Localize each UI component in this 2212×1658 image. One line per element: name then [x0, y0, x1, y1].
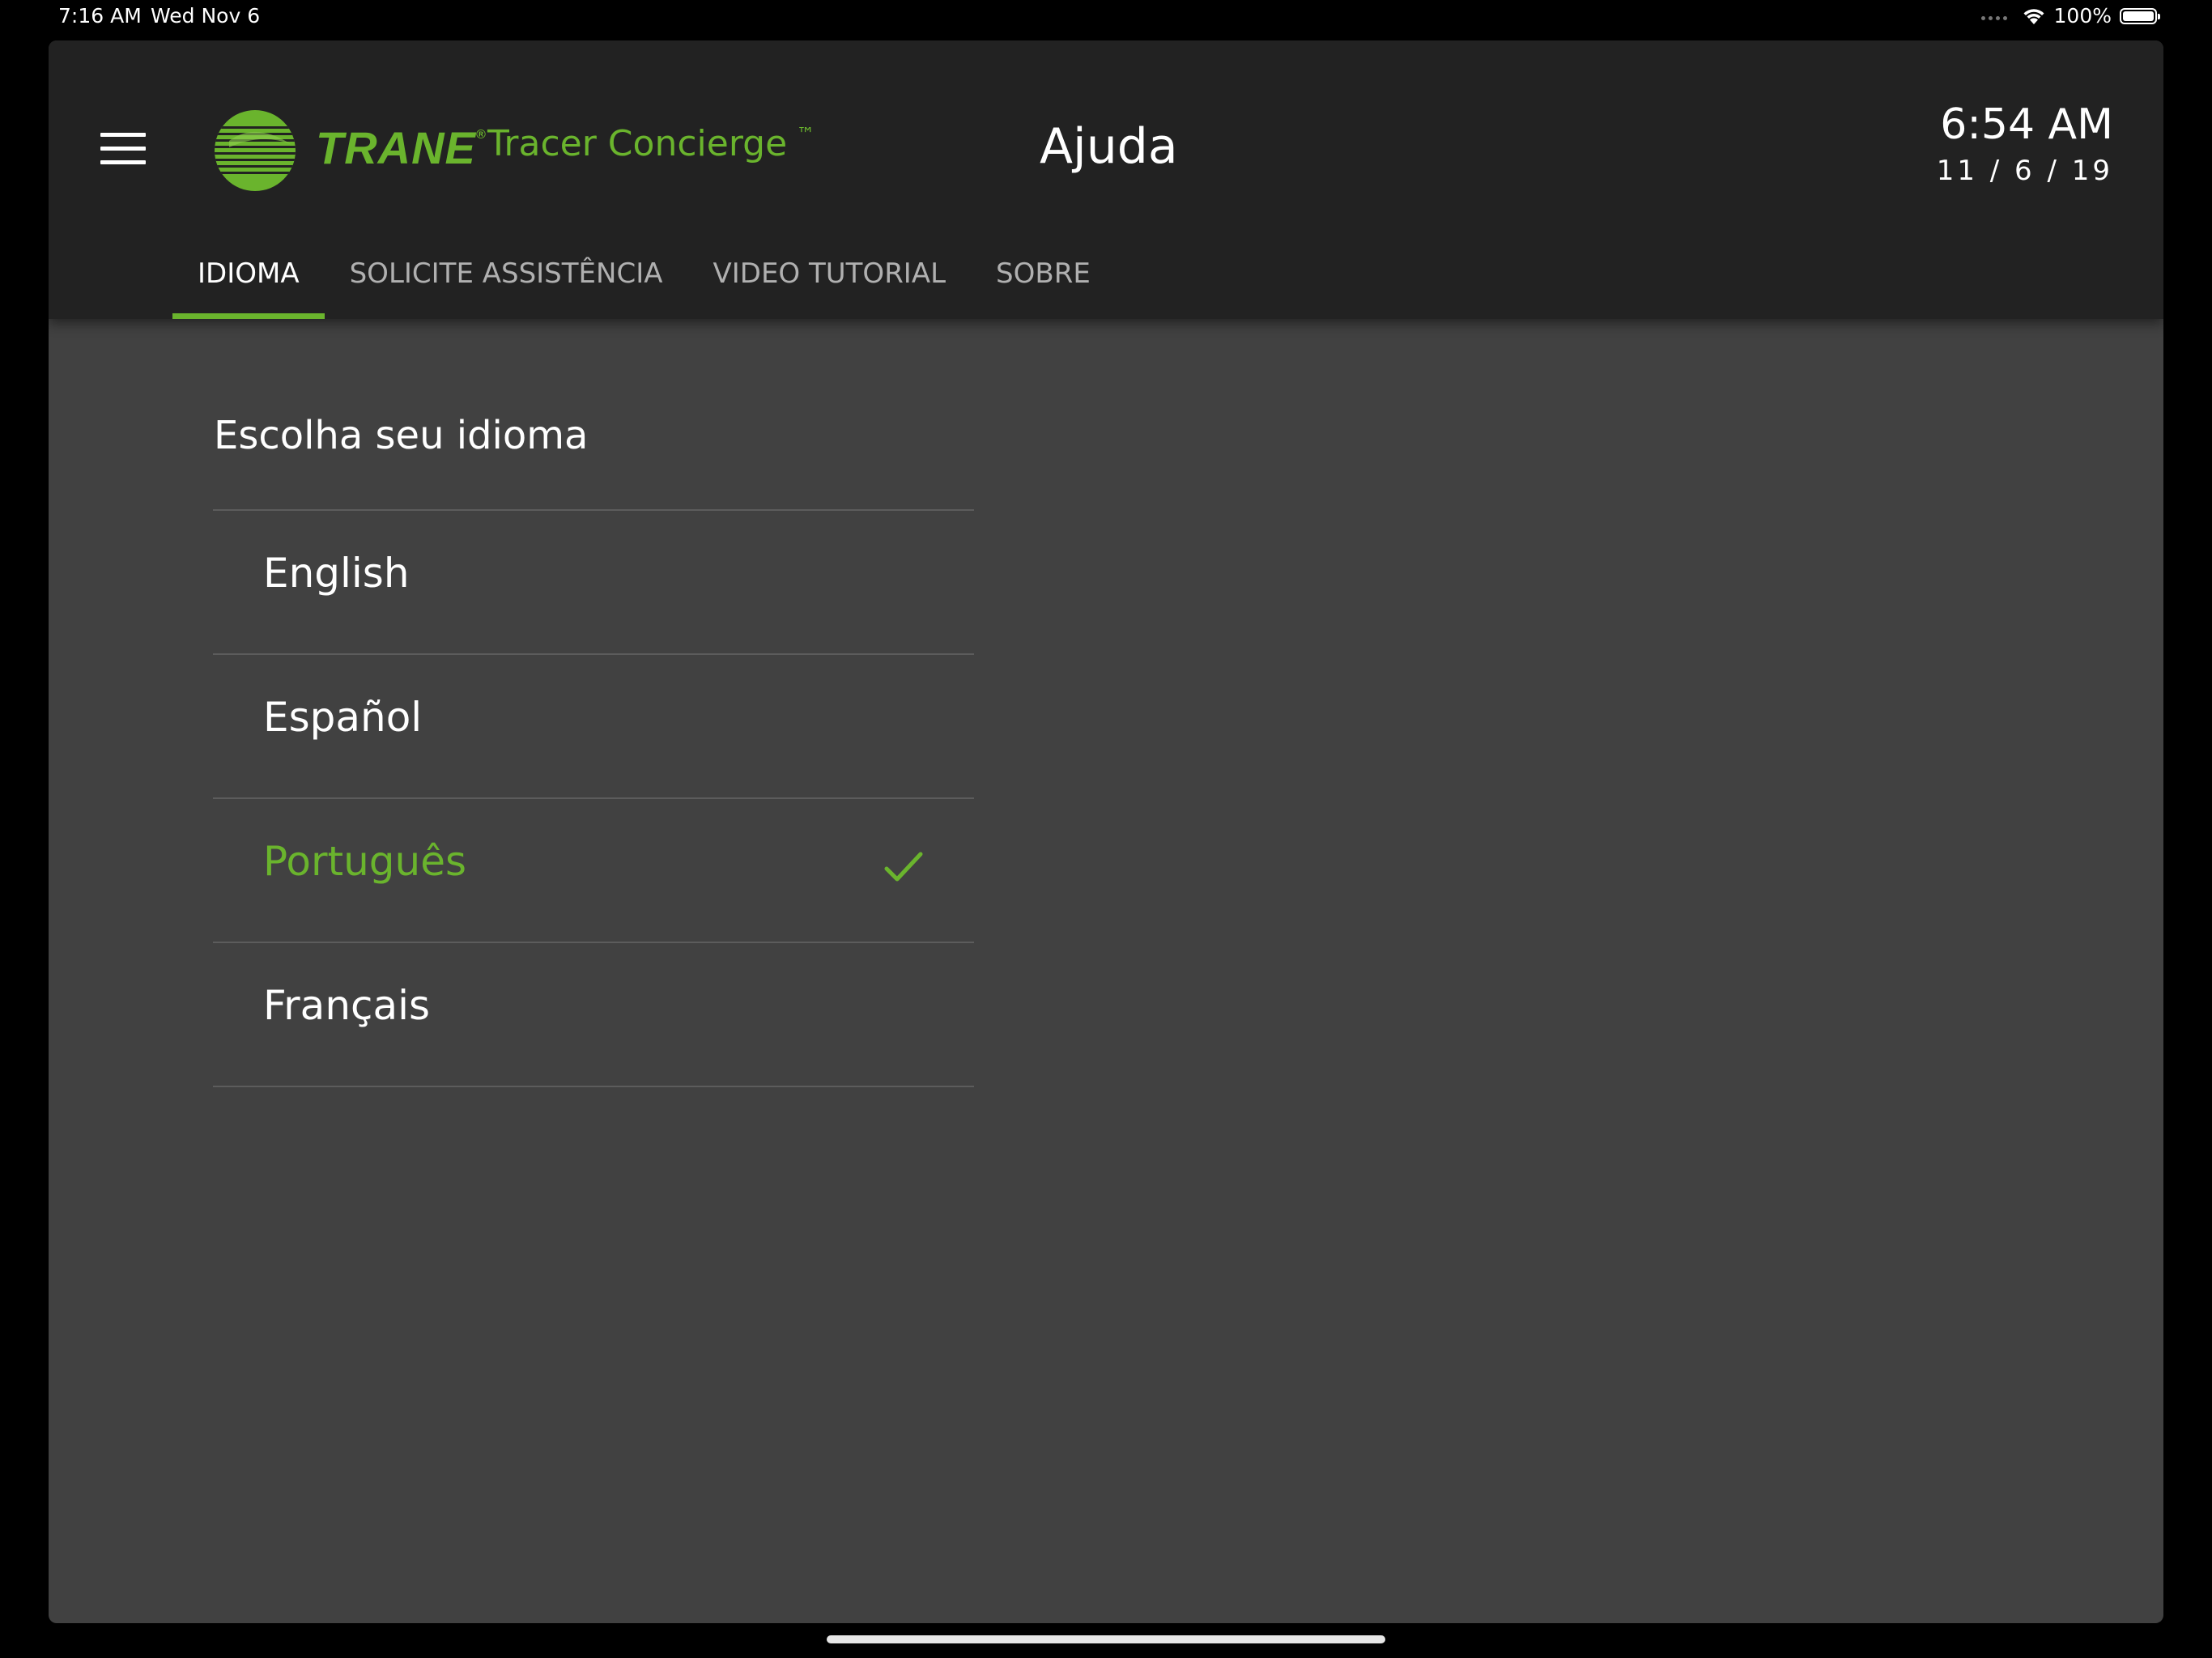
tab-sobre[interactable]: SOBRE — [971, 235, 1116, 319]
app-window: TRANE® Tracer Concierge ™ Ajuda 6:54 AM 1… — [49, 40, 2163, 1623]
language-label: Français — [263, 982, 431, 1029]
battery-icon — [2120, 7, 2160, 24]
checkmark-icon — [884, 852, 923, 882]
registered-mark: ® — [475, 128, 487, 142]
product-name: Tracer Concierge ™ — [487, 123, 815, 164]
tab-video-tutorial[interactable]: VIDEO TUTORIAL — [687, 235, 971, 319]
brand-wordmark: TRANE® — [316, 121, 487, 174]
trane-logo-icon — [215, 110, 296, 191]
language-option-english[interactable]: English — [213, 511, 974, 655]
status-bar: 7:16 AM Wed Nov 6 100% — [0, 0, 2212, 39]
home-indicator[interactable] — [827, 1635, 1385, 1643]
language-option-espanol[interactable]: Español — [213, 655, 974, 799]
status-date: Wed Nov 6 — [151, 4, 261, 28]
tab-idioma[interactable]: IDIOMA — [172, 235, 325, 319]
app-header: TRANE® Tracer Concierge ™ Ajuda 6:54 AM 1… — [49, 40, 2163, 319]
language-heading: Escolha seu idioma — [214, 413, 589, 458]
language-label: Português — [263, 838, 467, 885]
tab-bar: IDIOMA SOLICITE ASSISTÊNCIA VIDEO TUTORI… — [172, 235, 1116, 319]
clock-time: 6:54 AM — [1940, 100, 2113, 149]
language-label: English — [263, 550, 410, 597]
hamburger-menu-icon[interactable] — [100, 133, 146, 165]
clock-date: 11 / 6 / 19 — [1936, 155, 2113, 188]
language-label: Español — [263, 694, 423, 741]
wifi-icon — [2023, 8, 2044, 24]
product-label: Tracer Concierge — [487, 123, 788, 164]
language-option-portugues[interactable]: Português — [213, 799, 974, 943]
status-time: 7:16 AM — [58, 4, 142, 28]
language-option-francais[interactable]: Français — [213, 943, 974, 1087]
status-indicators: 100% — [1980, 4, 2160, 28]
battery-percentage: 100% — [2053, 4, 2112, 28]
language-list: English Español Português Français — [213, 509, 974, 1087]
page-title: Ajuda — [1040, 118, 1178, 175]
clock: 6:54 AM 11 / 6 / 19 — [1936, 100, 2113, 188]
signal-dots-icon — [1980, 16, 2007, 20]
brand-name: TRANE — [316, 122, 476, 173]
tab-solicite-assistencia[interactable]: SOLICITE ASSISTÊNCIA — [325, 235, 688, 319]
trademark-mark: ™ — [797, 125, 815, 145]
